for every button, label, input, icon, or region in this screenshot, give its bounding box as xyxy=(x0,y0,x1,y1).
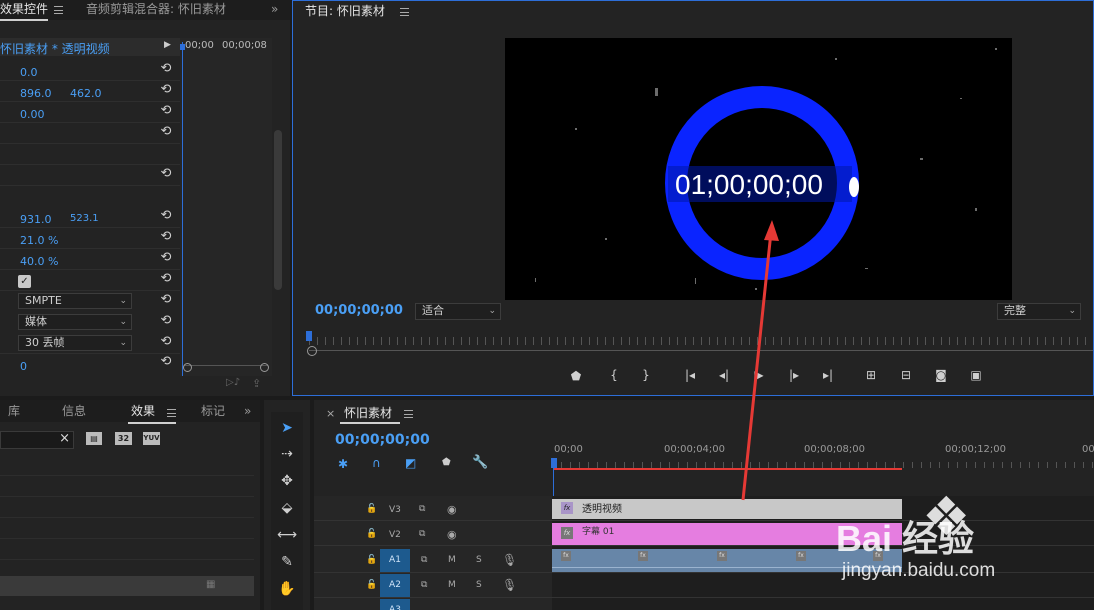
watermark-url: jingyan.baidu.com xyxy=(842,560,996,581)
baidu-watermark: Bai 经验 ❖ jingyan.baidu.com xyxy=(836,488,1086,584)
paw-icon: ❖ xyxy=(922,485,971,548)
